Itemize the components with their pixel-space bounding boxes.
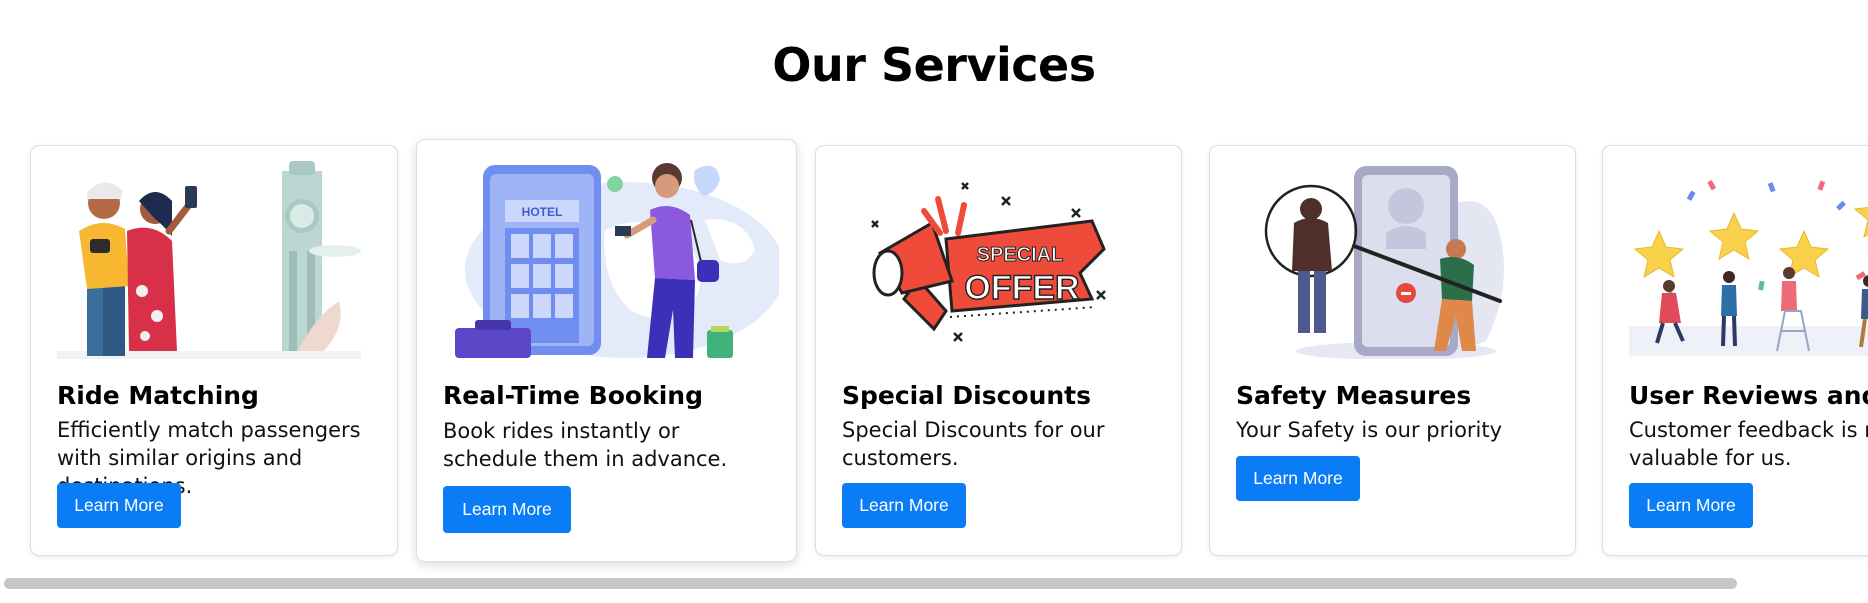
service-card-safety-measures: Safety Measures Your Safety is our prior… <box>1209 145 1576 556</box>
card-title: Special Discounts <box>842 381 1092 410</box>
service-card-user-reviews: User Reviews and Ratings Customer feedba… <box>1602 145 1868 556</box>
services-carousel[interactable]: Ride Matching Efficiently match passenge… <box>0 120 1868 580</box>
service-card-ride-matching: Ride Matching Efficiently match passenge… <box>30 145 398 556</box>
svg-text:HOTEL: HOTEL <box>522 205 563 219</box>
learn-more-button[interactable]: Learn More <box>1629 483 1753 528</box>
travel-friends-illustration <box>57 161 361 359</box>
card-title: Safety Measures <box>1236 381 1472 410</box>
card-title: Real-Time Booking <box>443 381 703 410</box>
scrollbar-thumb[interactable] <box>4 578 1737 589</box>
card-description: Customer feedback is most valuable for u… <box>1629 418 1868 470</box>
card-title: User Reviews and Ratings <box>1629 381 1868 410</box>
service-card-real-time-booking: HOTEL Real-Time Booking Book rides insta… <box>416 139 797 562</box>
special-offer-illustration: SPECIAL OFFER <box>871 182 1106 342</box>
hotel-booking-illustration: HOTEL <box>455 163 779 358</box>
card-description: Your Safety is our priority <box>1236 418 1503 442</box>
special-text: SPECIAL <box>977 244 1064 266</box>
card-description: Special Discounts for our customers. <box>842 418 1105 470</box>
card-title: Ride Matching <box>57 381 259 410</box>
service-card-special-discounts: SPECIAL OFFER Special Discounts Special … <box>815 145 1182 556</box>
card-description: Book rides instantly or schedule them in… <box>443 419 728 471</box>
learn-more-button[interactable]: Learn More <box>443 486 571 533</box>
learn-more-button[interactable]: Learn More <box>57 483 181 528</box>
horizontal-scrollbar[interactable] <box>0 577 1868 591</box>
star-ratings-illustration <box>1629 180 1868 356</box>
learn-more-button[interactable]: Learn More <box>842 483 966 528</box>
safety-illustration <box>1264 166 1504 359</box>
learn-more-button[interactable]: Learn More <box>1236 456 1360 501</box>
offer-text: OFFER <box>964 269 1079 307</box>
page-title: Our Services <box>772 38 1096 92</box>
